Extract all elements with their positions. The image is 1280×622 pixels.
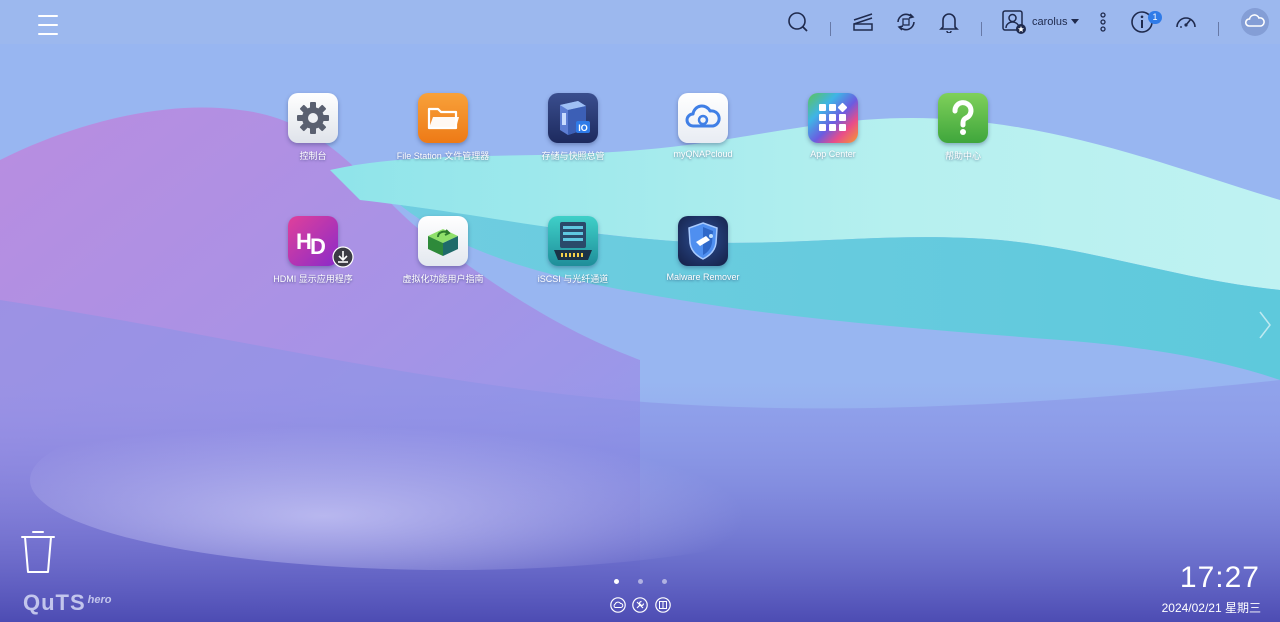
folder-icon [418,93,468,143]
topbar-separator [830,22,831,36]
page-dot[interactable] [638,579,643,584]
cloud-link-icon[interactable] [610,597,626,613]
bell-icon[interactable] [938,0,960,44]
app-label: App Center [810,149,856,159]
app-hdmi-display[interactable]: H D HDMI 显示应用程序 [248,216,378,285]
brand-name: QuTS [23,590,86,615]
user-icon [1002,10,1026,34]
shield-icon [678,216,728,266]
help-question-icon [938,93,988,143]
trash-icon[interactable] [20,529,56,580]
username-label: carolus [1032,16,1068,28]
page-dot-active[interactable] [614,579,619,584]
page-dot[interactable] [662,579,667,584]
chevron-down-icon [1071,19,1080,25]
brand-logo: QuTS hero [23,590,112,616]
more-vertical-icon[interactable] [1095,0,1111,44]
download-icon [332,246,354,268]
topbar-separator [1218,22,1219,36]
background-tasks-icon[interactable] [851,0,875,44]
app-grid-icon [808,93,858,143]
cloud-icon[interactable] [1240,0,1270,44]
app-file-station[interactable]: File Station 文件管理器 [378,93,508,162]
app-control-panel[interactable]: 控制台 [248,93,378,162]
app-malware-remover[interactable]: Malware Remover [638,216,768,282]
svg-text:IO: IO [578,123,588,133]
app-help-center[interactable]: 帮助中心 [898,93,1028,162]
app-myqnapcloud[interactable]: myQNAPcloud [638,93,768,159]
search-icon[interactable] [786,0,810,44]
settings-gear-icon [288,93,338,143]
sync-icon[interactable] [893,0,919,44]
app-storage-snapshots[interactable]: IO 存储与快照总管 [508,93,638,162]
virtualization-box-icon [418,216,468,266]
top-bar: carolus 1 [0,0,1280,44]
iscsi-server-icon [548,216,598,266]
app-label: 控制台 [299,151,327,161]
storage-snapshot-icon: IO [548,93,598,143]
hdmi-display-icon: H D [288,216,354,268]
app-iscsi-fc[interactable]: iSCSI 与光纤通道 [508,216,638,285]
app-label: File Station 文件管理器 [396,151,490,161]
app-label: 虚拟化功能用户指南 [402,274,484,284]
brand-edition: hero [87,594,112,606]
app-label: 存储与快照总管 [541,151,605,161]
user-menu[interactable]: carolus [1002,0,1080,44]
app-virtualization-guide[interactable]: 虚拟化功能用户指南 [378,216,508,285]
topbar-separator [981,22,982,36]
tools-icon[interactable] [632,597,648,613]
cloud-app-icon [678,93,728,143]
app-app-center[interactable]: App Center [768,93,898,159]
book-icon[interactable] [655,597,671,613]
svg-text:D: D [310,234,326,259]
app-label: 帮助中心 [944,151,981,161]
clock-time: 17:27 [1179,561,1260,594]
app-label: Malware Remover [666,272,740,282]
gauge-icon[interactable] [1174,0,1198,44]
notification-badge: 1 [1148,11,1162,24]
app-label: HDMI 显示应用程序 [273,274,353,284]
hamburger-icon[interactable] [38,14,58,41]
chevron-right-icon[interactable] [1258,310,1272,345]
app-label: iSCSI 与光纤通道 [537,274,609,284]
clock-date: 2024/02/21 星期三 [1161,601,1261,615]
app-label: myQNAPcloud [673,149,733,159]
